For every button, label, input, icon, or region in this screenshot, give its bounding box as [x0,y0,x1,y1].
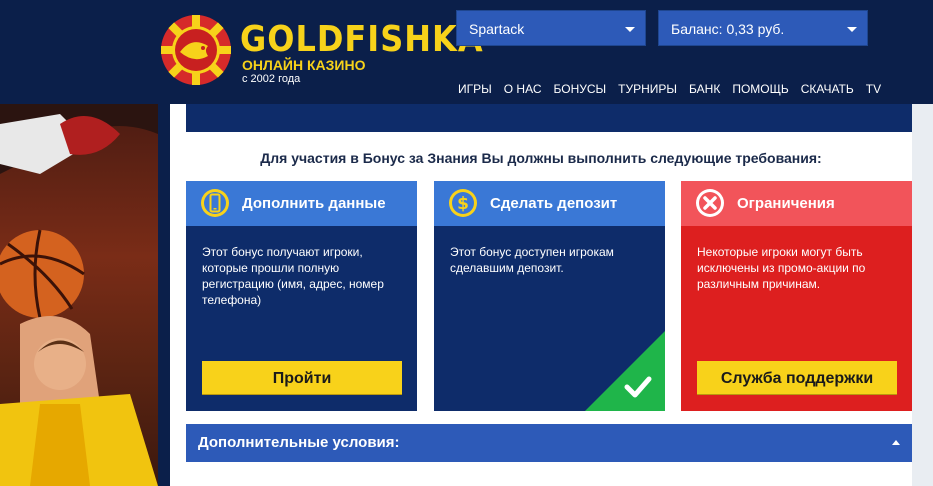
logo[interactable]: GOLDFISHKA ОНЛАЙН КАЗИНО с 2002 года [160,12,483,92]
card-body: Этот бонус доступен игрокам сделавшим де… [434,226,665,411]
additional-conditions-toggle[interactable]: Дополнительные условия: [186,424,912,462]
right-gutter [912,104,933,486]
main-nav: ИГРЫ О НАС БОНУСЫ ТУРНИРЫ БАНК ПОМОЩЬ СК… [458,82,881,98]
card-make-deposit: $ Сделать депозит Этот бонус доступен иг… [434,181,665,411]
support-button[interactable]: Служба поддержки [697,361,897,394]
balance-value: Баланс: 0,33 руб. [671,21,785,37]
chevron-down-icon [847,27,857,32]
nav-download[interactable]: СКАЧАТЬ [801,82,854,98]
logo-title: GOLDFISHKA [240,18,484,60]
bonus-content: Для участия в Бонус за Знания Вы должны … [170,104,912,486]
dollar-icon: $ [449,189,477,217]
card-text: Некоторые игроки могут быть исключены из… [697,245,866,291]
card-body: Некоторые игроки могут быть исключены из… [681,226,912,411]
nav-tournaments[interactable]: ТУРНИРЫ [618,82,677,98]
close-circle-icon [696,189,724,217]
card-complete-data: Дополнить данные Этот бонус получают игр… [186,181,417,411]
nav-help[interactable]: ПОМОЩЬ [732,82,788,98]
phone-icon [201,189,229,217]
logo-subtitle: ОНЛАЙН КАЗИНО [242,57,366,73]
proceed-button[interactable]: Пройти [202,361,402,394]
card-title: Дополнить данные [242,195,386,212]
svg-text:$: $ [457,194,469,214]
user-name: Spartack [469,21,525,37]
card-title: Ограничения [737,195,835,212]
additional-conditions-label: Дополнительные условия: [198,434,400,451]
user-dropdown[interactable]: Spartack [456,10,646,46]
content-topbar [186,104,912,132]
casino-chip-icon [161,15,231,85]
card-text: Этот бонус получают игроки, которые прош… [202,245,384,307]
site-header: GOLDFISHKA ОНЛАЙН КАЗИНО с 2002 года Spa… [0,0,933,104]
logo-since: с 2002 года [242,73,301,85]
nav-bank[interactable]: БАНК [689,82,720,98]
card-body: Этот бонус получают игроки, которые прош… [186,226,417,411]
chevron-up-icon [892,440,900,445]
card-header: $ Сделать депозит [434,181,665,226]
card-restrictions: Ограничения Некоторые игроки могут быть … [681,181,912,411]
check-icon [624,376,652,398]
card-header: Ограничения [681,181,912,226]
nav-about[interactable]: О НАС [504,82,542,98]
sports-illustration [0,104,158,486]
nav-tv[interactable]: TV [866,82,881,98]
requirements-title: Для участия в Бонус за Знания Вы должны … [260,150,822,166]
nav-games[interactable]: ИГРЫ [458,82,492,98]
nav-bonuses[interactable]: БОНУСЫ [554,82,607,98]
card-header: Дополнить данные [186,181,417,226]
card-text: Этот бонус доступен игрокам сделавшим де… [450,245,614,275]
sports-artwork [0,104,158,486]
card-title: Сделать депозит [490,195,618,212]
balance-dropdown[interactable]: Баланс: 0,33 руб. [658,10,868,46]
chevron-down-icon [625,27,635,32]
